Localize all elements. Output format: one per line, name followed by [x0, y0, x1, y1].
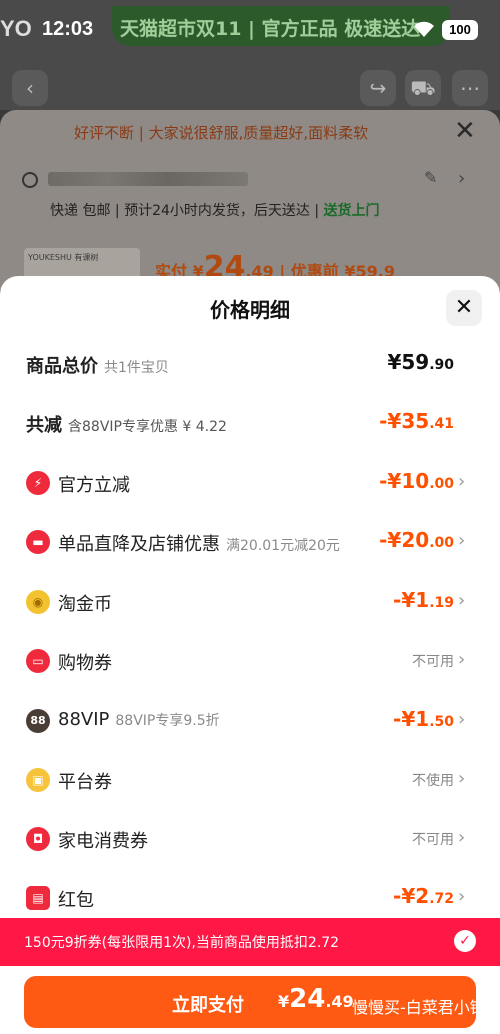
- row-value: 不可用: [412, 654, 454, 670]
- more-icon[interactable]: ⋯: [452, 70, 488, 106]
- row-value: -¥35.41: [379, 409, 454, 433]
- vip-88-icon: 88: [26, 709, 50, 733]
- row-label: 购物券: [58, 653, 112, 674]
- row-sub: 满20.01元减20元: [226, 538, 340, 554]
- chevron-right-icon: ›: [458, 649, 466, 670]
- gold-coin-icon: ◉: [26, 590, 50, 614]
- sheet-title: 价格明细: [210, 298, 290, 322]
- row-value: 不使用: [412, 773, 454, 789]
- ticket-icon: ▭: [26, 649, 50, 673]
- status-bar: YO 天猫超市双11 | 官方正品 极速送达 12:03 100: [0, 0, 500, 66]
- row-sub: 88VIP专享9.5折: [115, 713, 220, 729]
- row-sub: 共1件宝贝: [104, 360, 169, 376]
- row-label: 官方立减: [58, 475, 130, 496]
- row-value: ¥59.90: [387, 350, 454, 374]
- battery-indicator: 100: [442, 20, 478, 40]
- row-gold-coin[interactable]: ◉ 淘金币 -¥1.19 ›: [0, 582, 500, 622]
- close-icon[interactable]: ✕: [454, 116, 476, 146]
- row-value: -¥1.19: [393, 588, 454, 612]
- app-letters: YO: [0, 16, 32, 41]
- row-value: -¥20.00: [379, 528, 454, 552]
- cart-icon[interactable]: ⛟: [405, 70, 441, 106]
- product-brand: YOUKESHU 有课树: [28, 253, 99, 262]
- red-packet-icon: ▤: [26, 886, 50, 910]
- check-icon[interactable]: ✓: [454, 930, 476, 952]
- chevron-right-icon: ›: [458, 827, 466, 848]
- order-summary: 好评不断 | 大家说很舒服,质量超好,面料柔软 ✕ ✎ › 快递 包邮 | 预计…: [0, 110, 500, 290]
- appliance-coupon-icon: ◘: [26, 827, 50, 851]
- row-shopping-coupon[interactable]: ▭ 购物券 不可用 ›: [0, 641, 500, 681]
- wifi-icon: [414, 21, 434, 37]
- row-label: 平台券: [58, 772, 112, 793]
- row-appliance-coupon[interactable]: ◘ 家电消费券 不可用 ›: [0, 819, 500, 859]
- row-label: 淘金币: [58, 594, 112, 615]
- pay-now-button[interactable]: 立即支付 ¥24.49 慢慢买-白菜君小锅: [24, 976, 486, 1028]
- promo-banner: 天猫超市双11 | 官方正品 极速送达: [112, 6, 450, 46]
- row-official-discount[interactable]: ⚡ 官方立减 -¥10.00 ›: [0, 463, 500, 503]
- row-label: 88VIP: [58, 709, 110, 730]
- status-time: 12:03: [42, 18, 94, 40]
- row-label: 商品总价: [26, 356, 98, 377]
- lightning-icon: ⚡: [26, 471, 50, 495]
- row-shop-discount[interactable]: ▬ 单品直降及店铺优惠 满20.01元减20元 -¥20.00 ›: [0, 522, 500, 562]
- close-icon[interactable]: ✕: [446, 290, 482, 326]
- row-label: 红包: [58, 890, 94, 911]
- chevron-right-icon: ›: [458, 886, 466, 907]
- chevron-right-icon: ›: [458, 530, 466, 551]
- row-platform-coupon[interactable]: ▣ 平台券 不使用 ›: [0, 760, 500, 800]
- row-total: 商品总价 共1件宝贝 ¥59.90: [0, 344, 500, 384]
- chevron-right-icon: ›: [458, 590, 466, 611]
- row-red-packet[interactable]: ▤ 红包 -¥2.72 ›: [0, 878, 500, 918]
- review-tip: 好评不断 | 大家说很舒服,质量超好,面料柔软: [74, 124, 369, 142]
- row-value: -¥10.00: [379, 469, 454, 493]
- gift-icon: ▣: [26, 768, 50, 792]
- address-blurred[interactable]: [48, 172, 248, 186]
- coupon-text: 150元9折券(每张限用1次),当前商品使用抵扣2.72: [24, 935, 340, 951]
- watermark-text: 慢慢买-白菜君小锅: [352, 998, 486, 1017]
- row-value: 不可用: [412, 832, 454, 848]
- row-label: 单品直降及店铺优惠: [58, 534, 220, 555]
- row-value: -¥1.50: [393, 707, 454, 731]
- row-label: 家电消费券: [58, 831, 148, 852]
- shipping-info: 快递 包邮 | 预计24小时内发货，后天送达 | 送货上门: [50, 200, 380, 220]
- chevron-right-icon[interactable]: ›: [458, 168, 465, 189]
- edit-icon[interactable]: ✎: [424, 168, 437, 187]
- chevron-right-icon: ›: [458, 709, 466, 730]
- back-icon[interactable]: ‹: [12, 70, 48, 106]
- row-88vip[interactable]: 88 88VIP 88VIP专享9.5折 -¥1.50 ›: [0, 701, 500, 741]
- chevron-right-icon: ›: [458, 768, 466, 789]
- row-sub: 含88VIP专享优惠 ¥ 4.22: [68, 419, 227, 435]
- door-delivery: 送货上门: [323, 203, 380, 219]
- pay-amount: ¥24.49: [278, 984, 354, 1014]
- chevron-right-icon: ›: [458, 471, 466, 492]
- row-value: -¥2.72: [393, 884, 454, 908]
- location-icon: [22, 172, 38, 188]
- row-label: 共减: [26, 415, 62, 436]
- pay-label: 立即支付: [172, 995, 244, 1016]
- shop-discount-icon: ▬: [26, 530, 50, 554]
- row-total-discount: 共减 含88VIP专享优惠 ¥ 4.22 -¥35.41: [0, 403, 500, 443]
- share-icon[interactable]: ↪: [360, 70, 396, 106]
- red-packet-coupon-bar[interactable]: 150元9折券(每张限用1次),当前商品使用抵扣2.72 ✓: [0, 918, 500, 966]
- shipping-text: 快递 包邮 | 预计24小时内发货，后天送达 |: [50, 203, 324, 219]
